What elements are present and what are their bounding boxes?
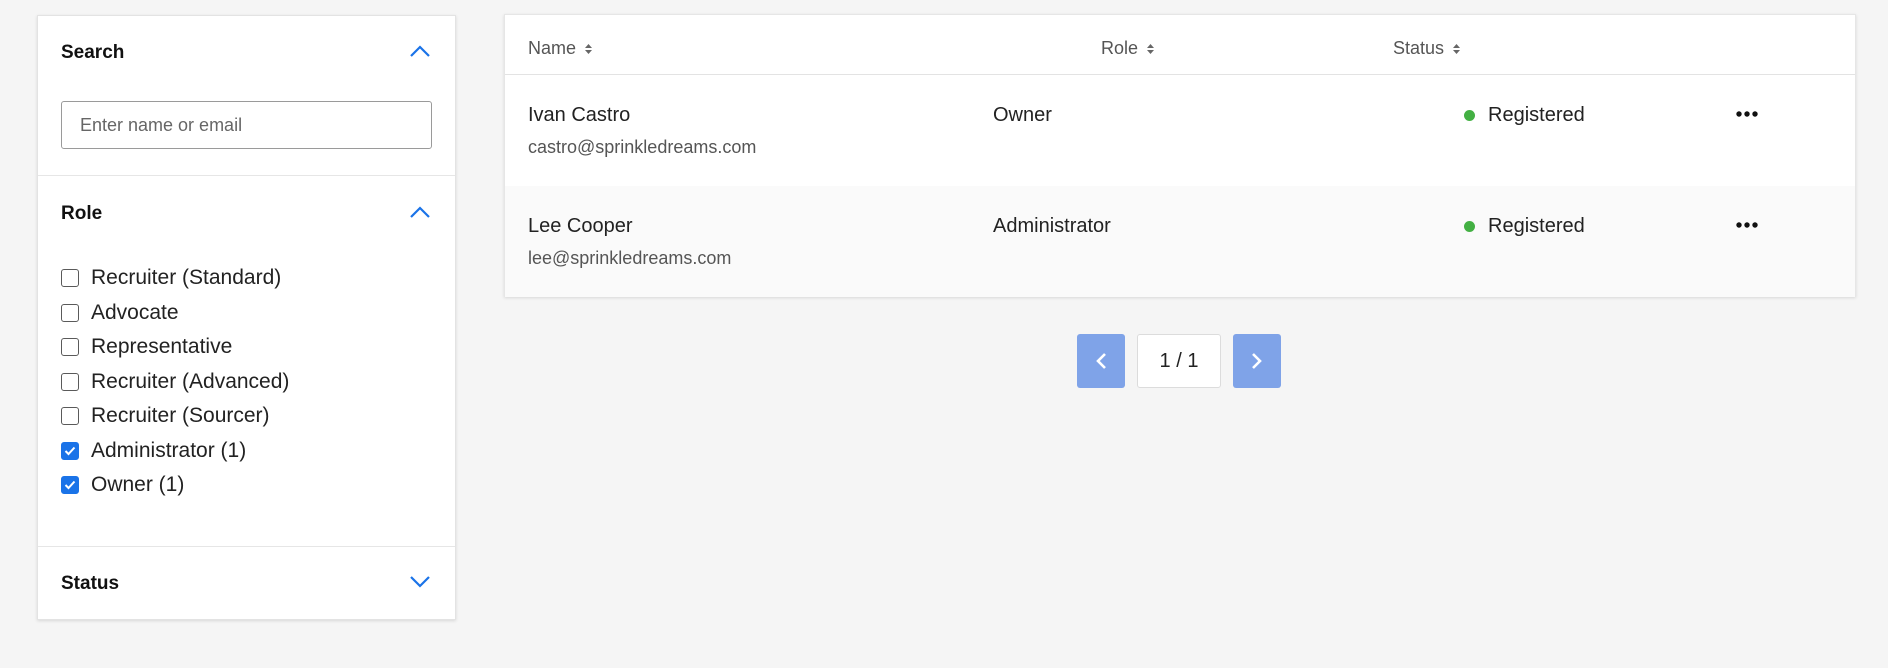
search-section-title: Search bbox=[61, 42, 125, 63]
chevron-down-icon[interactable] bbox=[409, 575, 431, 589]
role-option[interactable]: Owner (1) bbox=[61, 468, 289, 503]
ellipsis-icon bbox=[1736, 222, 1758, 228]
checkbox[interactable] bbox=[61, 476, 79, 495]
column-header-label: Name bbox=[528, 38, 577, 58]
user-email: lee@sprinkledreams.com bbox=[528, 248, 732, 268]
column-header-status[interactable]: Status bbox=[1393, 38, 1461, 59]
role-option-label: Representative bbox=[91, 335, 233, 359]
search-input[interactable] bbox=[61, 101, 432, 149]
role-option-label: Recruiter (Advanced) bbox=[91, 369, 290, 393]
ellipsis-icon bbox=[1736, 111, 1758, 117]
status-section: Status bbox=[38, 547, 455, 619]
role-section: Role Recruiter (Standard) Advocate Repre… bbox=[38, 176, 455, 547]
next-page-button[interactable] bbox=[1233, 334, 1281, 388]
search-section: Search bbox=[38, 16, 455, 176]
role-section-title: Role bbox=[61, 203, 103, 224]
users-table: Name Role Status Ivan Castro castro@spri… bbox=[504, 14, 1856, 297]
status-label: Registered bbox=[1488, 215, 1585, 237]
table-row: Ivan Castro castro@sprinkledreams.com Ow… bbox=[505, 75, 1855, 186]
role-option-label: Owner (1) bbox=[91, 473, 185, 497]
chevron-right-icon bbox=[1252, 353, 1262, 369]
user-role: Administrator bbox=[993, 215, 1111, 237]
filter-panel: Search Role Recruiter (Standard) Advocat… bbox=[37, 15, 456, 620]
table-header: Name Role Status bbox=[505, 15, 1855, 75]
user-status: Registered bbox=[1464, 215, 1585, 238]
role-option[interactable]: Recruiter (Standard) bbox=[61, 261, 289, 296]
role-option[interactable]: Administrator (1) bbox=[61, 434, 289, 469]
previous-page-button[interactable] bbox=[1077, 334, 1125, 388]
role-option-label: Recruiter (Standard) bbox=[91, 266, 282, 290]
checkbox[interactable] bbox=[61, 303, 79, 322]
user-status: Registered bbox=[1464, 104, 1585, 127]
user-email: castro@sprinkledreams.com bbox=[528, 137, 757, 157]
checkbox[interactable] bbox=[61, 407, 79, 426]
chevron-left-icon bbox=[1096, 353, 1106, 369]
more-actions-button[interactable] bbox=[1730, 101, 1764, 127]
role-option-label: Administrator (1) bbox=[91, 438, 247, 462]
role-option-label: Advocate bbox=[91, 300, 179, 324]
status-dot-icon bbox=[1464, 221, 1475, 232]
column-header-role[interactable]: Role bbox=[1101, 38, 1155, 59]
checkbox[interactable] bbox=[61, 269, 79, 288]
chevron-up-icon[interactable] bbox=[409, 205, 431, 219]
user-name: Ivan Castro bbox=[528, 104, 631, 126]
checkbox[interactable] bbox=[61, 338, 79, 357]
sort-icon bbox=[1453, 43, 1461, 54]
more-actions-button[interactable] bbox=[1730, 212, 1764, 238]
role-option[interactable]: Recruiter (Sourcer) bbox=[61, 399, 289, 434]
checkbox[interactable] bbox=[61, 441, 79, 460]
page-indicator: 1 / 1 bbox=[1137, 334, 1221, 388]
role-option[interactable]: Recruiter (Advanced) bbox=[61, 365, 289, 400]
chevron-up-icon[interactable] bbox=[409, 44, 431, 58]
table-row: Lee Cooper lee@sprinkledreams.com Admini… bbox=[505, 186, 1855, 297]
role-option[interactable]: Representative bbox=[61, 330, 289, 365]
column-header-label: Status bbox=[1393, 38, 1445, 58]
column-header-name[interactable]: Name bbox=[528, 38, 593, 59]
user-name: Lee Cooper bbox=[528, 215, 633, 237]
role-options: Recruiter (Standard) Advocate Representa… bbox=[61, 261, 289, 503]
role-option[interactable]: Advocate bbox=[61, 296, 289, 331]
checkbox[interactable] bbox=[61, 372, 79, 391]
sort-icon bbox=[585, 43, 593, 54]
status-section-title: Status bbox=[61, 573, 120, 594]
status-dot-icon bbox=[1464, 110, 1475, 121]
status-label: Registered bbox=[1488, 104, 1585, 126]
role-option-label: Recruiter (Sourcer) bbox=[91, 404, 270, 428]
sort-icon bbox=[1147, 43, 1155, 54]
column-header-label: Role bbox=[1101, 38, 1139, 58]
user-role: Owner bbox=[993, 104, 1052, 126]
